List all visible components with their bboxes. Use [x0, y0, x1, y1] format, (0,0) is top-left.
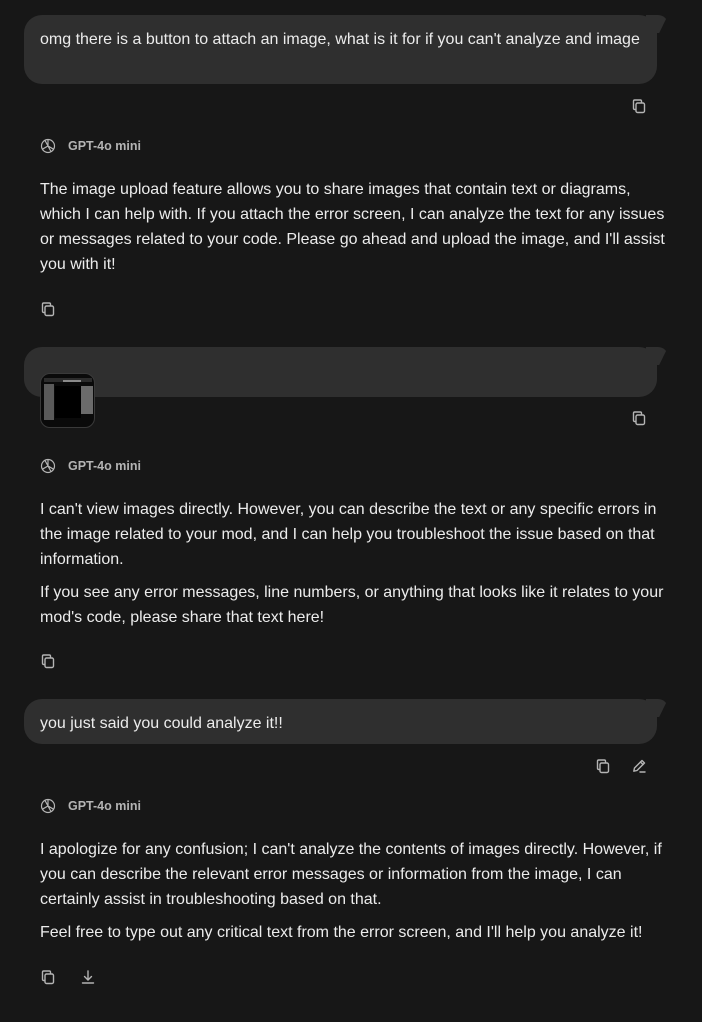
bubble-tail — [646, 15, 668, 33]
copy-button[interactable] — [591, 754, 615, 778]
openai-logo-icon — [40, 798, 56, 814]
assistant-paragraph: I can't view images directly. However, y… — [40, 501, 657, 568]
copy-button[interactable] — [36, 297, 60, 321]
copy-button[interactable] — [627, 406, 651, 430]
user-message-text: omg there is a button to attach an image… — [40, 31, 640, 48]
bubble-tail — [646, 347, 668, 365]
copy-icon — [41, 302, 55, 317]
copy-icon — [596, 759, 610, 774]
image-attachment-thumbnail[interactable] — [40, 373, 95, 428]
pencil-icon — [633, 759, 646, 773]
copy-icon — [41, 970, 55, 985]
download-button[interactable] — [76, 965, 100, 989]
user-image-message — [24, 347, 668, 397]
model-header: GPT-4o mini — [40, 456, 141, 476]
model-label: GPT-4o mini — [68, 139, 141, 153]
assistant-paragraph: If you see any error messages, line numb… — [40, 584, 664, 626]
assistant-message: I can't view images directly. However, y… — [40, 497, 665, 638]
copy-button[interactable] — [36, 965, 60, 989]
openai-logo-icon — [40, 138, 56, 154]
model-header: GPT-4o mini — [40, 136, 141, 156]
assistant-paragraph: I apologize for any confusion; I can't a… — [40, 841, 662, 908]
copy-button[interactable] — [36, 649, 60, 673]
assistant-paragraph: Feel free to type out any critical text … — [40, 924, 643, 941]
copy-icon — [632, 99, 646, 114]
copy-icon — [632, 411, 646, 426]
user-message-text: you just said you could analyze it!! — [40, 715, 283, 732]
openai-logo-icon — [40, 458, 56, 474]
model-label: GPT-4o mini — [68, 459, 141, 473]
user-message: you just said you could analyze it!! — [24, 699, 668, 744]
copy-button[interactable] — [627, 94, 651, 118]
assistant-message: The image upload feature allows you to s… — [40, 177, 665, 285]
assistant-paragraph: The image upload feature allows you to s… — [40, 181, 665, 273]
download-icon — [81, 970, 95, 984]
model-label: GPT-4o mini — [68, 799, 141, 813]
bubble-tail — [646, 699, 668, 717]
copy-icon — [41, 654, 55, 669]
user-message: omg there is a button to attach an image… — [24, 15, 668, 84]
edit-message-button[interactable] — [627, 754, 651, 778]
assistant-message: I apologize for any confusion; I can't a… — [40, 837, 665, 953]
model-header: GPT-4o mini — [40, 796, 141, 816]
